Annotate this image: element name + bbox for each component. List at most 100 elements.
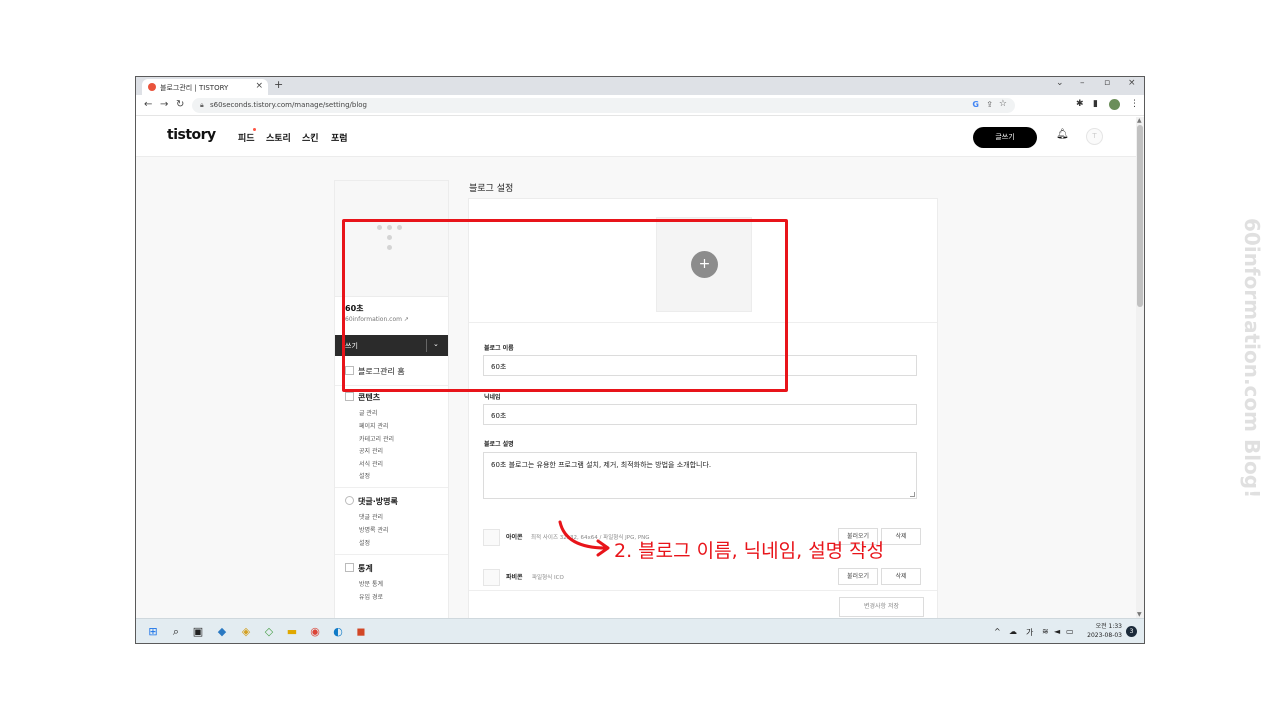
write-post-button[interactable]: 글쓰기 [973,127,1037,148]
sidebar-item-pages[interactable]: 페이지 관리 [359,421,389,430]
windows-taskbar: ⊞ ⌕ ▣ ◆ ◈ ◇ ▬ ◉ ◐ ◼ ^ ☁︎ 가 ≋ ◄ ▭ 오전 1:33… [136,618,1144,643]
side-panel-icon[interactable]: ▮ [1093,99,1098,109]
windows-start-icon[interactable]: ⊞ [147,626,159,638]
sidebar-item-comments[interactable]: 댓글 관리 [359,512,383,521]
tab-bar: 블로그관리 | TISTORY × + ⌄ – ▫ × [136,77,1144,95]
sidebar-item-content-settings[interactable]: 설정 [359,471,370,480]
save-changes-button[interactable]: 변경사항 저장 [839,597,924,617]
nickname-label: 닉네임 [484,394,501,401]
search-icon[interactable]: ⌕ [170,626,182,638]
favicon-preview [483,569,500,586]
address-toolbar: ← → ↻ 🔒︎ s60seconds.tistory.com/manage/s… [136,95,1144,116]
url-text: s60seconds.tistory.com/manage/setting/bl… [210,101,367,109]
highlight-box [342,219,788,392]
extensions-puzzle-icon[interactable]: ✱ [1076,99,1084,109]
scroll-up-icon[interactable]: ▲ [1137,117,1142,124]
file-explorer-icon[interactable]: ▬ [286,626,298,638]
chrome-icon[interactable]: ◉ [309,626,321,638]
tistory-header: tistory 피드 스토리 스킨 포럼 글쓰기 🔔︎ T [136,117,1136,157]
tab-search-icon[interactable]: ⌄ [1056,78,1064,88]
reload-icon[interactable]: ↻ [176,99,184,110]
resize-handle[interactable] [910,492,915,497]
close-window-button[interactable]: × [1128,78,1136,88]
bar-chart-icon [345,563,354,572]
nickname-input[interactable]: 60초 [483,404,917,425]
annotation-text: 2. 블로그 이름, 닉네임, 설명 작성 [614,540,885,562]
blog-description-label: 블로그 설명 [484,441,514,448]
minimize-button[interactable]: – [1080,78,1085,88]
sidebar-item-guestbook[interactable]: 방명록 관리 [359,525,389,534]
page-title: 블로그 설정 [469,184,514,194]
profile-avatar[interactable] [1109,99,1120,110]
comment-icon [345,496,354,505]
sidebar-item-visit-stats[interactable]: 방문 통계 [359,579,383,588]
sidebar-item-categories[interactable]: 카테고리 관리 [359,434,394,443]
new-tab-button[interactable]: + [274,78,283,91]
ime-indicator[interactable]: 가 [1026,627,1033,638]
lock-icon: 🔒︎ [200,101,204,109]
sidebar-item-comment-settings[interactable]: 설정 [359,538,370,547]
notification-badge[interactable]: 3 [1126,626,1137,637]
tray-chevron-icon[interactable]: ^ [994,627,1001,636]
clock-time: 오전 1:33 [1095,623,1122,630]
more-menu-icon[interactable]: ⋮ [1130,99,1139,109]
sidebar-item-templates[interactable]: 서식 관리 [359,459,383,468]
icon-label: 아이콘 [506,534,523,541]
favicon-load-button[interactable]: 불러오기 [838,568,878,585]
forward-arrow-icon[interactable]: → [160,99,168,110]
screenshot-stage: 블로그관리 | TISTORY × + ⌄ – ▫ × ← → ↻ 🔒︎ s60… [0,0,1280,720]
battery-icon[interactable]: ▭ [1066,627,1074,636]
app-icon[interactable]: ◇ [263,626,275,638]
volume-icon[interactable]: ◄ [1054,627,1060,636]
divider [335,554,448,555]
onedrive-cloud-icon[interactable]: ☁︎ [1009,627,1017,636]
tistory-favicon-icon [148,83,156,91]
restore-button[interactable]: ▫ [1104,78,1110,88]
google-translate-icon[interactable]: G [972,100,979,109]
nav-skin[interactable]: 스킨 [302,131,319,144]
icon-preview [483,529,500,546]
favicon-upload-row: 파비콘 파일형식 ICO 불러오기 삭제 [469,561,937,591]
powerpoint-icon[interactable]: ◼ [355,626,367,638]
favicon-label: 파비콘 [506,574,523,581]
edge-icon[interactable]: ◐ [332,626,344,638]
nav-feed[interactable]: 피드 [238,131,255,144]
omnibox[interactable]: 🔒︎ s60seconds.tistory.com/manage/setting… [192,98,1015,113]
scroll-down-icon[interactable]: ▼ [1137,611,1142,618]
back-arrow-icon[interactable]: ← [144,99,152,110]
section-title: 콘텐츠 [358,393,381,402]
share-icon[interactable]: ⇪ [986,100,993,109]
sidebar-section-comments[interactable]: 댓글·방명록 [345,496,398,507]
sidebar-item-notices[interactable]: 공지 관리 [359,446,383,455]
tab-close-button[interactable]: × [255,81,263,91]
tistory-logo[interactable]: tistory [167,127,216,143]
page-scrollbar[interactable]: ▲ ▼ [1136,117,1144,618]
sidebar-section-stats[interactable]: 통계 [345,563,373,574]
watermark-text: 60information.com Blog! [1240,218,1264,499]
wifi-icon[interactable]: ≋ [1042,627,1049,636]
section-title: 댓글·방명록 [358,497,398,506]
bookmark-star-icon[interactable]: ☆ [999,99,1007,109]
document-icon [345,392,354,401]
annotation-arrow [558,520,610,557]
scrollbar-thumb[interactable] [1137,125,1143,307]
sidebar-item-referrers[interactable]: 유입 경로 [359,592,383,601]
nav-forum[interactable]: 포럼 [331,131,348,144]
app-icon[interactable]: ◈ [240,626,252,638]
divider [335,487,448,488]
icon-delete-button[interactable]: 삭제 [881,528,921,545]
favicon-hint: 파일형식 ICO [532,575,564,581]
notification-bell-icon[interactable]: 🔔︎ [1056,129,1069,140]
user-avatar[interactable]: T [1086,128,1103,145]
sidebar-section-content[interactable]: 콘텐츠 [345,392,380,403]
browser-tab[interactable]: 블로그관리 | TISTORY × [142,79,268,95]
sidebar-item-posts[interactable]: 글 관리 [359,408,377,417]
blog-description-textarea[interactable]: 60초 블로그는 유용한 프로그램 설치, 제거, 최적화하는 방법을 소개합니… [483,452,917,499]
task-view-icon[interactable]: ▣ [192,626,204,638]
section-title: 통계 [358,564,373,573]
nav-story[interactable]: 스토리 [266,131,291,144]
taskbar-clock[interactable]: 오전 1:33 2023-08-03 [1086,622,1122,640]
watermark: 60information.com Blog! [1238,218,1268,508]
favicon-delete-button[interactable]: 삭제 [881,568,921,585]
app-icon[interactable]: ◆ [216,626,228,638]
